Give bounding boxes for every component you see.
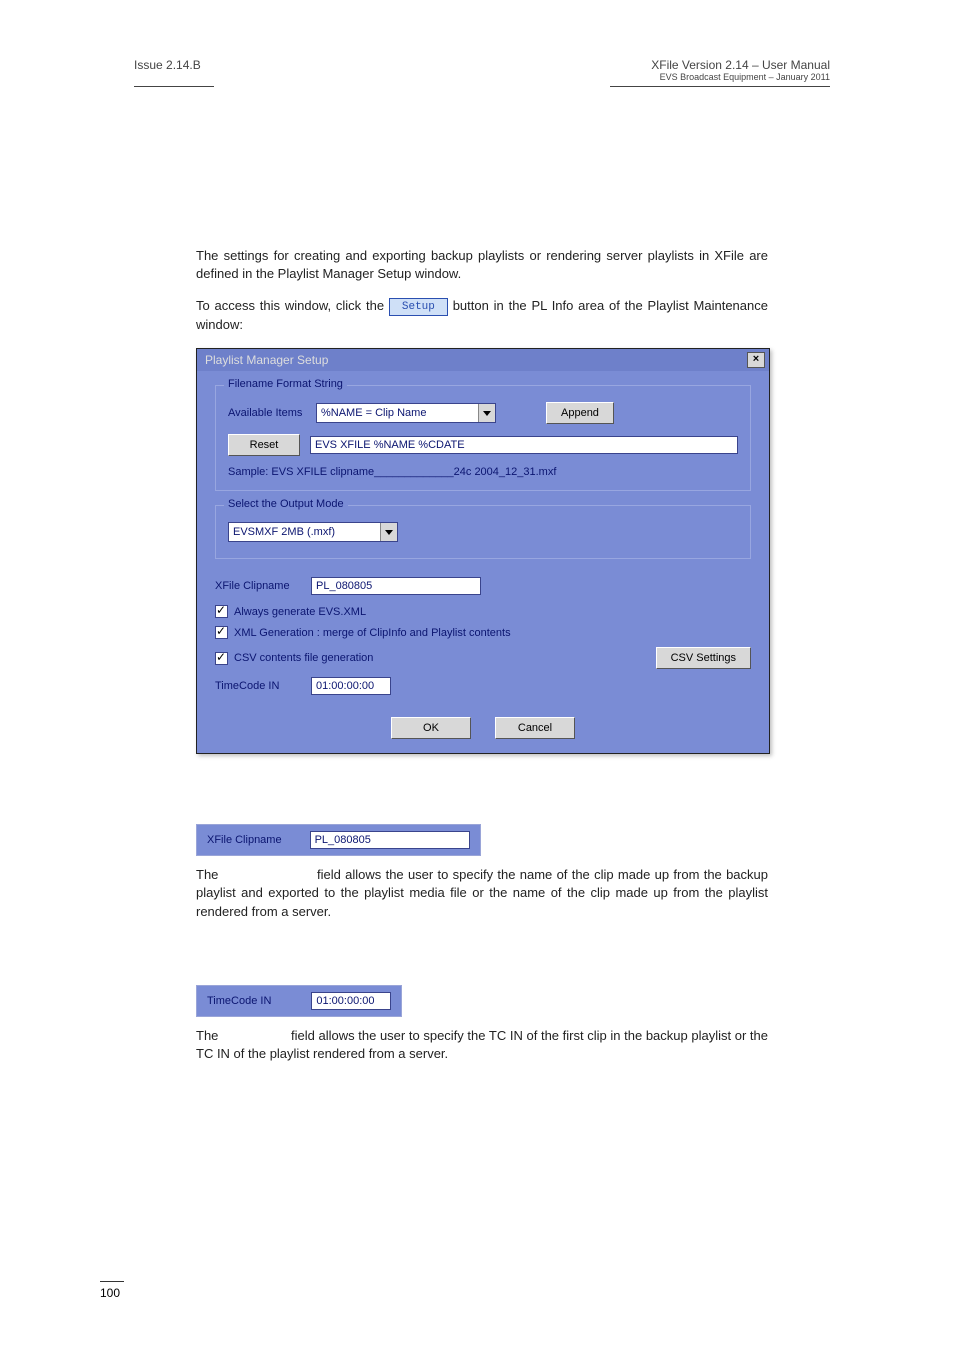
xfile-clipname-label: XFile Clipname [215,580,301,592]
cancel-button[interactable]: Cancel [495,717,575,739]
output-mode-select[interactable]: EVSMXF 2MB (.mxf) [228,522,398,542]
header-left: Issue 2.14.B [134,58,201,72]
xfile-clipname-panel-label: XFile Clipname [207,834,282,846]
csv-settings-button[interactable]: CSV Settings [656,647,751,669]
xfile-clipname-panel-input[interactable] [310,831,470,849]
chevron-down-icon[interactable] [380,523,397,541]
header-right-title: XFile Version 2.14 – User Manual [651,58,830,72]
xfile-clipname-description: The field allows the user to specify the… [196,866,768,921]
available-items-select-text: %NAME = Clip Name [321,407,426,419]
output-mode-select-text: EVSMXF 2MB (.mxf) [233,526,335,538]
available-items-select[interactable]: %NAME = Clip Name [316,403,496,423]
intro-p2a: To access this window, click the [196,298,389,313]
csv-contents-checkbox[interactable] [215,652,228,665]
timecode-in-panel-label: TimeCode IN [207,995,271,1007]
header-right-sub: EVS Broadcast Equipment – January 2011 [651,72,830,82]
xfile-clipname-input[interactable] [311,577,481,595]
reset-button[interactable]: Reset [228,434,300,456]
always-generate-evsxml-checkbox[interactable] [215,605,228,618]
timecode-in-label: TimeCode IN [215,680,301,692]
output-mode-group: Select the Output Mode EVSMXF 2MB (.mxf) [215,505,751,559]
timecode-in-panel-input[interactable] [311,992,391,1010]
xml-generation-merge-label: XML Generation : merge of ClipInfo and P… [234,627,511,639]
sample-text: Sample: EVS XFILE clipname_____________2… [228,466,738,478]
filename-format-legend: Filename Format String [224,378,347,390]
available-items-label: Available Items [228,407,306,419]
ok-button[interactable]: OK [391,717,471,739]
output-mode-legend: Select the Output Mode [224,498,348,510]
dialog-titlebar: Playlist Manager Setup × [197,349,769,371]
csv-contents-label: CSV contents file generation [234,652,373,664]
intro-paragraph-2: To access this window, click the Setup b… [196,297,768,334]
timecode-in-description: The field allows the user to specify the… [196,1027,768,1063]
timecode-in-panel: TimeCode IN [196,985,402,1017]
page-number: 100 [100,1286,120,1300]
chevron-down-icon[interactable] [478,404,495,422]
xfile-clipname-panel: XFile Clipname [196,824,481,856]
format-string-input[interactable] [310,436,738,454]
setup-button-chip: Setup [389,298,448,316]
page-header: Issue 2.14.B XFile Version 2.14 – User M… [134,58,830,82]
dialog-title: Playlist Manager Setup [205,353,328,367]
filename-format-group: Filename Format String Available Items %… [215,385,751,491]
intro-paragraph-1: The settings for creating and exporting … [196,247,768,283]
timecode-in-input[interactable] [311,677,391,695]
always-generate-evsxml-label: Always generate EVS.XML [234,606,366,618]
close-icon[interactable]: × [747,352,765,368]
xml-generation-merge-checkbox[interactable] [215,626,228,639]
append-button[interactable]: Append [546,402,614,424]
playlist-manager-setup-dialog: Playlist Manager Setup × Filename Format… [196,348,770,754]
